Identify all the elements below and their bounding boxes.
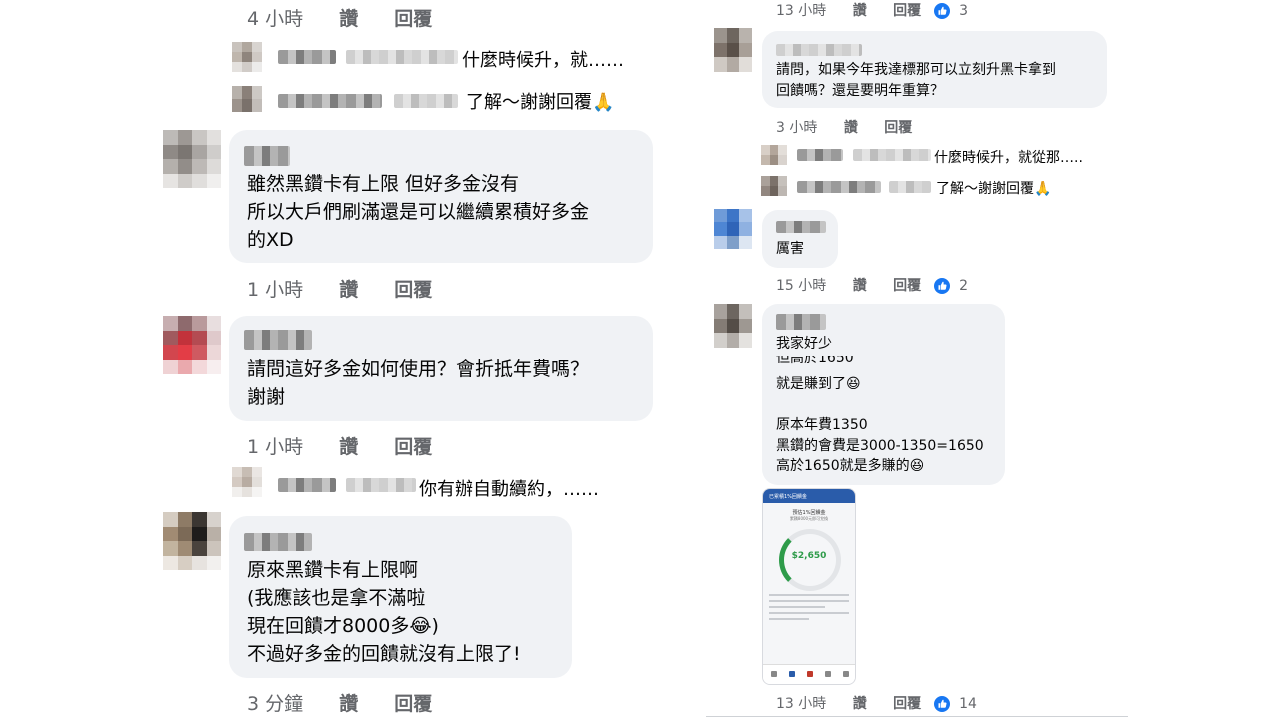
avatar[interactable] (163, 512, 221, 570)
reply-link[interactable]: 回覆 (394, 689, 432, 716)
blurred-name[interactable] (776, 314, 826, 330)
thumbs-up-icon (933, 278, 950, 294)
comment-meta: 3 分鐘 讚 回覆 (247, 689, 432, 716)
avatar[interactable] (163, 130, 221, 188)
blurred-name (278, 50, 336, 64)
comment-time: 1 小時 (247, 279, 304, 301)
screenshot-attachment[interactable]: 已累積1%回饋金 預估1%回饋金 累積8000元即可兌換 $2,650 (762, 488, 856, 685)
avatar[interactable] (163, 316, 221, 374)
avatar (232, 42, 262, 72)
phone-subtitle: 累積8000元即可兌換 (789, 516, 829, 521)
thumbs-up-icon (933, 696, 950, 712)
avatar[interactable] (714, 28, 752, 72)
blurred-name (797, 149, 843, 161)
reaction-count[interactable]: 2 (959, 278, 968, 294)
comment-meta: 3 小時 讚 回覆 (776, 117, 912, 137)
phone-header: 已累積1%回饋金 (763, 489, 855, 503)
like-link[interactable]: 讚 (339, 275, 358, 302)
reply-preview-text-content: 了解～謝謝回覆🙏 (936, 181, 1052, 197)
blurred-name (889, 181, 931, 193)
reply-link[interactable]: 回覆 (394, 4, 432, 31)
blurred-name[interactable] (244, 330, 312, 350)
comment-text: 請問這好多金如何使用？會折抵年費嗎？ 謝謝 (247, 358, 590, 408)
avatar (761, 176, 787, 196)
comment-time: 4 小時 (247, 8, 304, 30)
comment-text: 厲害 (776, 241, 804, 257)
avatar (232, 467, 262, 497)
reaction-count[interactable]: 14 (959, 696, 977, 712)
reply-link[interactable]: 回覆 (394, 432, 432, 459)
blurred-name (797, 181, 881, 193)
comment-time: 3 分鐘 (247, 693, 304, 715)
comment-meta: 15 小時 讚 回覆 2 (776, 275, 968, 295)
divider (706, 716, 1128, 717)
blurred-name[interactable] (776, 221, 826, 233)
comment-meta: 1 小時 讚 回覆 (247, 275, 432, 302)
comment-text: 就是賺到了😆 原本年費1350 黑鑽的會費是3000-1350=1650 高於1… (776, 376, 984, 474)
comment-text-clipped: 但高於1650 (776, 356, 854, 365)
blurred-name[interactable] (244, 146, 290, 166)
comment-time: 3 小時 (776, 120, 818, 136)
comment-time: 1 小時 (247, 436, 304, 458)
comment-meta: 1 小時 讚 回覆 (247, 432, 432, 459)
comment-text: 原來黑鑽卡有上限啊 (我應該也是拿不滿啦 現在回饋才8000多😂) 不過好多金的… (247, 559, 521, 665)
reply-link[interactable]: 回覆 (893, 0, 921, 20)
comment-time: 13 小時 (776, 3, 827, 19)
blurred-name (394, 94, 458, 108)
reaction-count[interactable]: 3 (959, 3, 968, 19)
reply-preview-text-content: 了解～謝謝回覆🙏 (466, 92, 615, 113)
phone-nav-bar (763, 664, 855, 684)
avatar[interactable] (714, 209, 752, 249)
reply-preview-text: 你有辦自動續約，…… (419, 479, 599, 500)
comment-time: 13 小時 (776, 696, 827, 712)
like-link[interactable]: 讚 (339, 689, 358, 716)
like-link[interactable]: 讚 (339, 4, 358, 31)
phone-text-lines (769, 594, 849, 624)
comment-text-clipped-line: 但高於1650 (776, 356, 854, 365)
reply-preview-text: 什麼時候升，就從那….. (934, 150, 1083, 166)
comment-meta: 4 小時 讚 回覆 (247, 4, 432, 31)
comment-meta: 13 小時 讚 回覆 3 (776, 0, 968, 20)
blurred-name (346, 478, 416, 492)
like-link[interactable]: 讚 (853, 275, 867, 295)
reply-preview-text: 了解～謝謝回覆🙏 (466, 88, 614, 114)
reply-preview-text: 了解～謝謝回覆🙏 (936, 178, 1051, 198)
comment-meta: 13 小時 讚 回覆 14 (776, 693, 977, 713)
phone-amount: $2,650 (791, 551, 827, 561)
like-link[interactable]: 讚 (853, 693, 867, 713)
reply-link[interactable]: 回覆 (893, 693, 921, 713)
reply-preview-text: 什麼時候升，就…… (462, 50, 624, 71)
reply-link[interactable]: 回覆 (884, 117, 912, 137)
blurred-name (853, 149, 931, 161)
avatar[interactable] (714, 304, 752, 348)
avatar (761, 145, 787, 165)
reply-link[interactable]: 回覆 (394, 275, 432, 302)
like-link[interactable]: 讚 (339, 432, 358, 459)
blurred-name[interactable] (244, 533, 312, 551)
blurred-name (278, 478, 336, 492)
comment-time: 15 小時 (776, 278, 827, 294)
blurred-name (278, 94, 382, 108)
phone-title: 預估1%回饋金 (792, 510, 826, 516)
blurred-name[interactable] (776, 44, 862, 56)
comment-text: 請問，如果今年我達標那可以立刻升黑卡拿到 回饋嗎？還是要明年重算？ (776, 62, 1056, 99)
like-link[interactable]: 讚 (853, 0, 867, 20)
avatar (232, 86, 262, 112)
comment-text: 雖然黑鑽卡有上限 但好多金沒有 所以大戶們刷滿還是可以繼續累積好多金 的XD (247, 173, 590, 251)
blurred-name (346, 50, 458, 64)
reply-link[interactable]: 回覆 (893, 275, 921, 295)
comment-text-first-line: 我家好少 (776, 336, 832, 352)
like-link[interactable]: 讚 (844, 117, 858, 137)
thumbs-up-icon (933, 3, 950, 19)
